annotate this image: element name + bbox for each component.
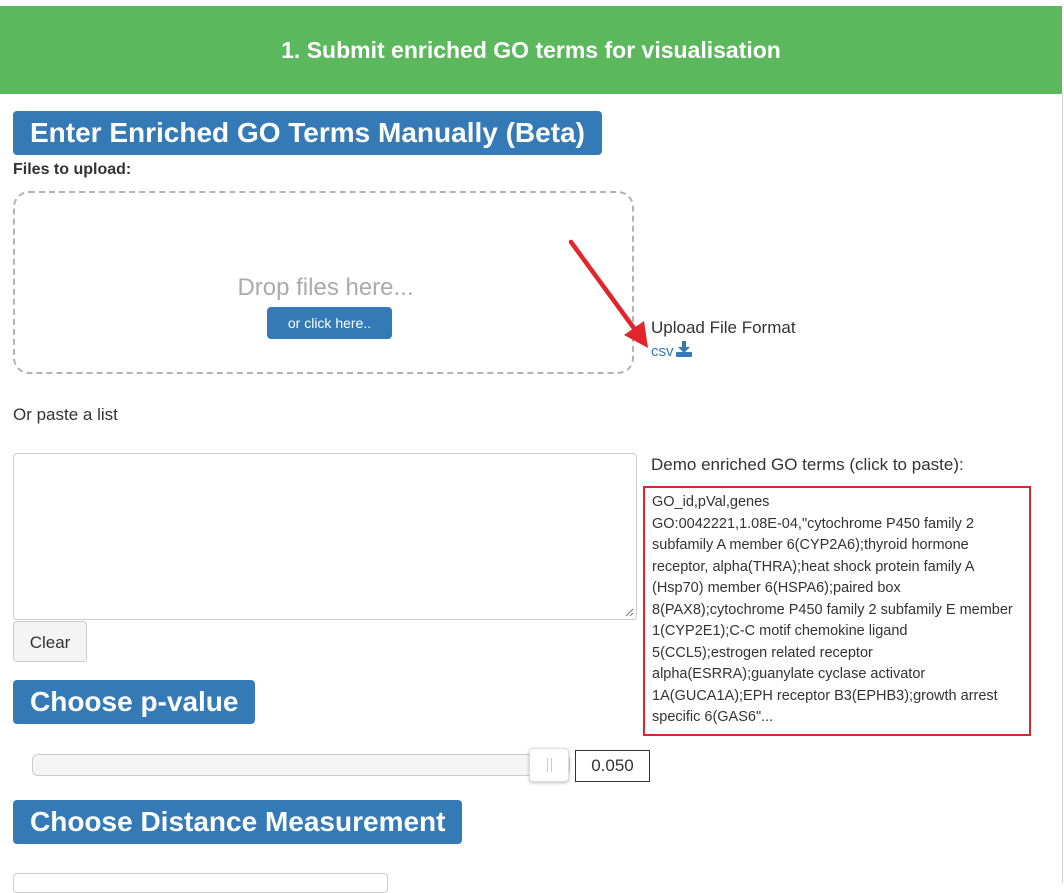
p-value-slider-handle[interactable] — [529, 748, 569, 782]
p-value-title: Choose p-value — [13, 680, 256, 724]
file-dropzone[interactable]: Drop files here... or click here.. — [13, 191, 634, 374]
download-icon — [675, 341, 693, 361]
p-value-input[interactable]: 0.050 — [575, 750, 650, 782]
red-arrow-annotation — [568, 239, 648, 348]
demo-line: GO:0042221,1.08E-04,"cytochrome P450 fam… — [652, 515, 974, 532]
grip-line — [547, 758, 548, 772]
demo-line: receptor, alpha(THRA);heat shock protein… — [652, 558, 975, 575]
demo-line: alpha(ESRRA);guanylate cyclase activator — [652, 666, 926, 682]
click-upload-button[interactable]: or click here.. — [267, 307, 392, 339]
drop-files-text: Drop files here... — [237, 274, 414, 301]
upload-format-label: Upload File Format — [651, 318, 796, 337]
distance-measurement-select[interactable] — [13, 873, 388, 893]
paste-list-textarea[interactable] — [13, 453, 637, 620]
demo-line: 5(CCL5);estrogen related receptor — [652, 644, 873, 661]
files-to-upload-label: Files to upload: — [13, 161, 132, 178]
clear-button[interactable]: Clear — [13, 621, 87, 662]
demo-line: subfamily A member 6(CYP2A6);thyroid hor… — [652, 537, 969, 553]
demo-terms-label: Demo enriched GO terms (click to paste): — [651, 455, 964, 474]
distance-measurement-title: Choose Distance Measurement — [13, 800, 463, 844]
page-title: 1. Submit enriched GO terms for visualis… — [281, 36, 781, 63]
demo-line: (Hsp70) member 6(HSPA6);paired box — [652, 580, 901, 596]
demo-line: specific 6(GAS6"... — [652, 709, 774, 725]
demo-line: GO_id,pVal,genes — [652, 494, 770, 510]
demo-line: 1A(GUCA1A);EPH receptor B3(EPHB3);growth… — [652, 687, 998, 704]
p-value-slider-track[interactable] — [32, 754, 570, 776]
panel-border — [1062, 94, 1063, 883]
resize-grip-icon[interactable] — [624, 607, 634, 617]
demo-terms-box[interactable]: GO_id,pVal,genes GO:0042221,1.08E-04,"cy… — [643, 486, 1031, 736]
grip-line — [551, 758, 552, 772]
paste-list-label: Or paste a list — [13, 405, 118, 424]
demo-line: 8(PAX8);cytochrome P450 family 2 subfami… — [652, 601, 1013, 618]
demo-line: 1(CYP2E1);C-C motif chemokine ligand — [652, 623, 908, 639]
manual-entry-title: Enter Enriched GO Terms Manually (Beta) — [13, 111, 602, 155]
page-header: 1. Submit enriched GO terms for visualis… — [0, 6, 1062, 94]
